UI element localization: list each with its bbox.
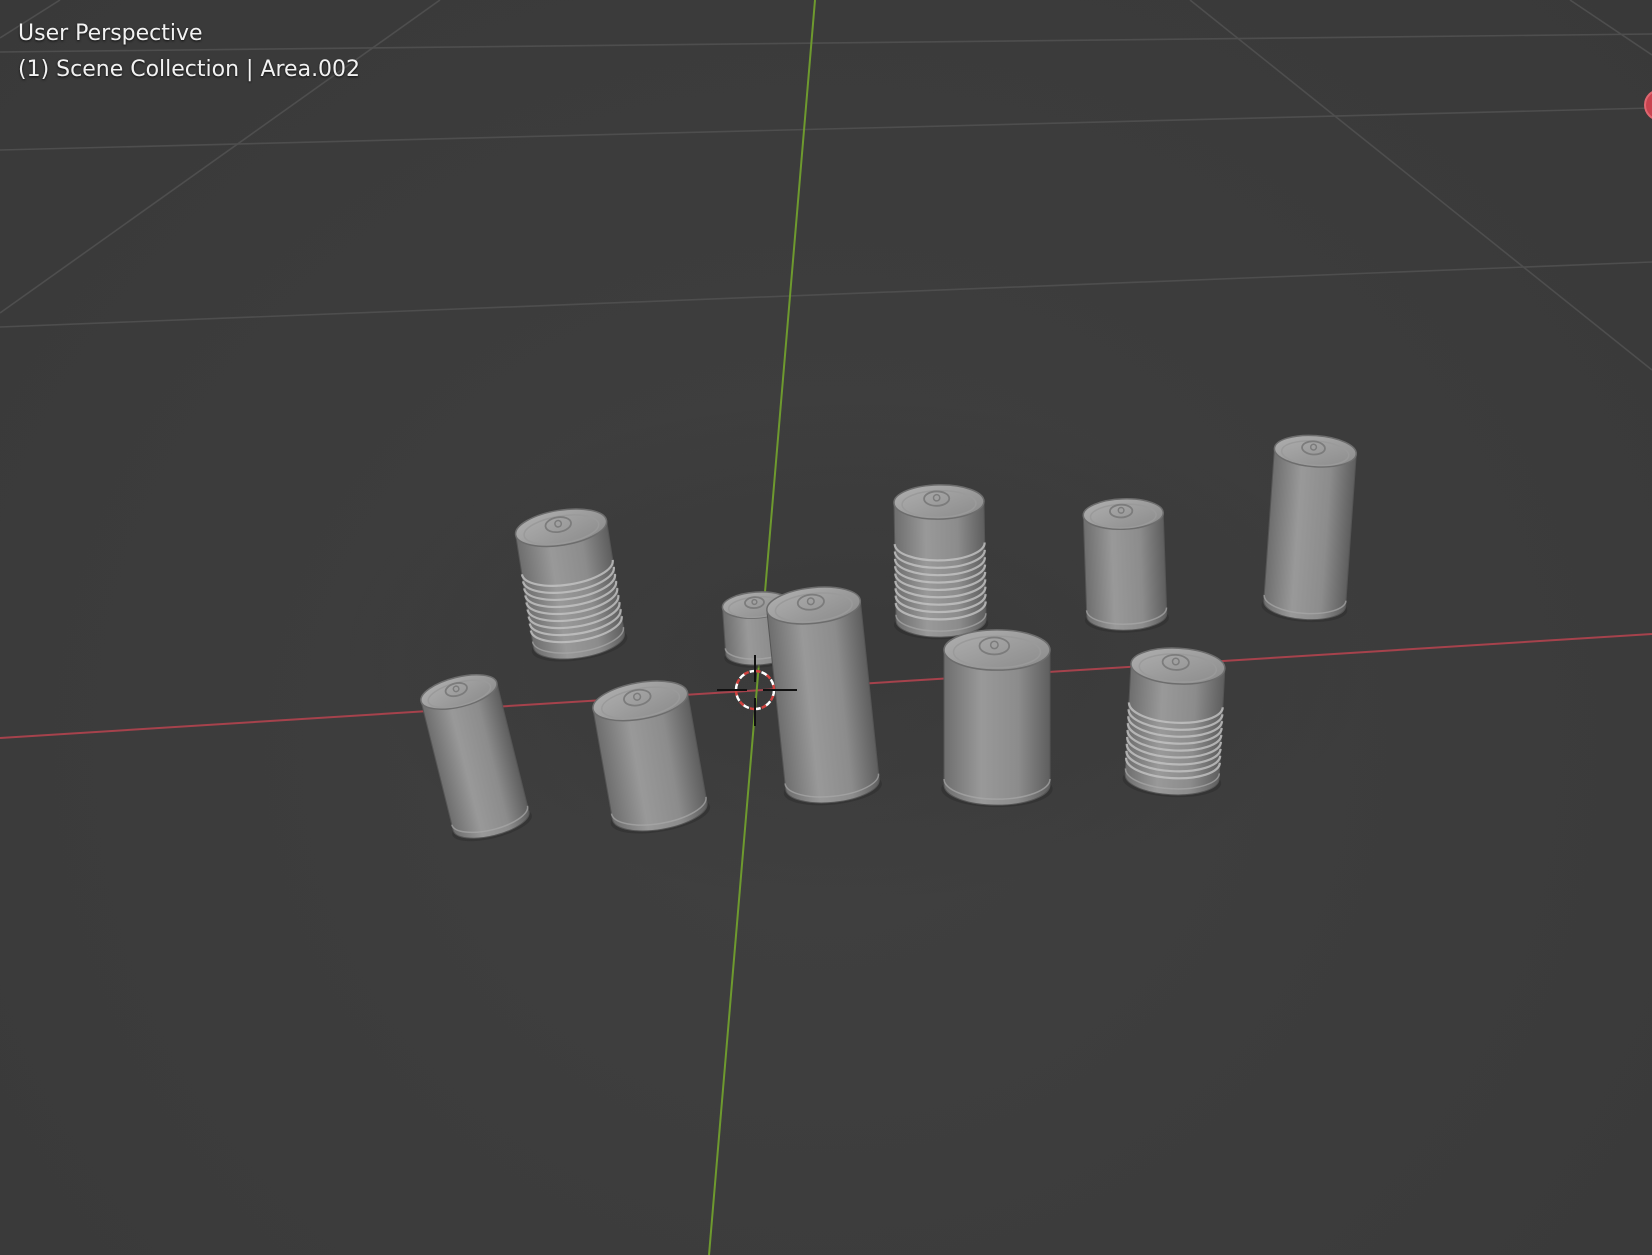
navigation-gizmo-icon[interactable] (1644, 90, 1652, 120)
tall-can-object[interactable] (941, 629, 1053, 808)
scene-context-label: (1) Scene Collection | Area.002 (18, 57, 361, 82)
viewport-scene[interactable] (0, 0, 1652, 1255)
3d-viewport[interactable]: User Perspective (1) Scene Collection | … (0, 0, 1652, 1255)
food-can-object[interactable] (1122, 646, 1228, 800)
food-can-object[interactable] (891, 484, 989, 640)
view-name-label: User Perspective (18, 21, 203, 46)
tall-can-object[interactable] (1260, 433, 1359, 625)
soda-can-object[interactable] (1081, 497, 1170, 634)
floor-grid (0, 0, 1652, 371)
